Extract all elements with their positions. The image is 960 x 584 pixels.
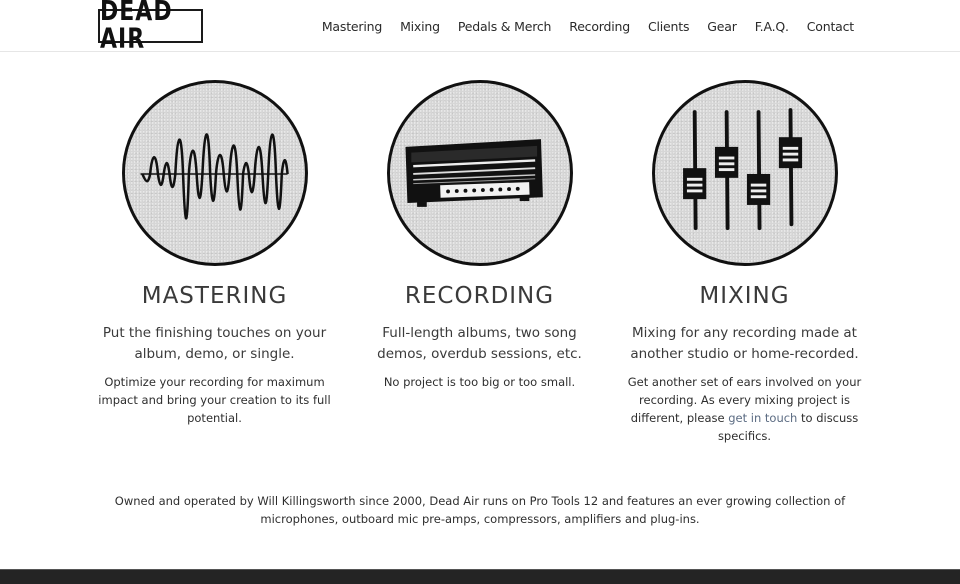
about-text: Owned and operated by Will Killingsworth… (114, 494, 846, 526)
get-in-touch-link[interactable]: get in touch (728, 411, 797, 425)
dead-air-logo[interactable]: DEAD AIR (98, 0, 203, 53)
waveform-icon[interactable] (122, 80, 308, 266)
nav-item-faq[interactable]: F.A.Q. (755, 19, 789, 34)
nav-item-contact[interactable]: Contact (807, 19, 854, 34)
nav-item-gear[interactable]: Gear (707, 19, 737, 34)
service-description: Optimize your recording for maximum impa… (98, 375, 331, 425)
service-title: MIXING (699, 283, 790, 309)
nav-item-mixing[interactable]: Mixing (400, 19, 440, 34)
logo-text: DEAD AIR (100, 0, 173, 55)
nav-item-recording[interactable]: Recording (569, 19, 630, 34)
service-subtitle: Mixing for any recording made at another… (630, 325, 859, 362)
service-title: RECORDING (404, 283, 555, 309)
main-nav: Mastering Mixing Pedals & Merch Recordin… (304, 0, 854, 52)
service-subtitle: Put the finishing touches on your album,… (102, 325, 327, 362)
service-subtitle: Full-length albums, two song demos, over… (377, 325, 582, 362)
nav-item-clients[interactable]: Clients (648, 19, 690, 34)
mixer-faders-icon[interactable] (652, 80, 838, 266)
site-header: DEAD AIR Mastering Mixing Pedals & Merch… (0, 0, 960, 53)
service-title: MASTERING (141, 283, 288, 309)
nav-item-mastering[interactable]: Mastering (322, 19, 382, 34)
service-description: Get another set of ears involved on your… (612, 373, 877, 445)
nav-item-pedals-merch[interactable]: Pedals & Merch (458, 19, 552, 34)
site-footer (0, 569, 960, 584)
amplifier-head-icon[interactable] (387, 80, 573, 266)
service-description: No project is too big or too small. (383, 375, 576, 389)
